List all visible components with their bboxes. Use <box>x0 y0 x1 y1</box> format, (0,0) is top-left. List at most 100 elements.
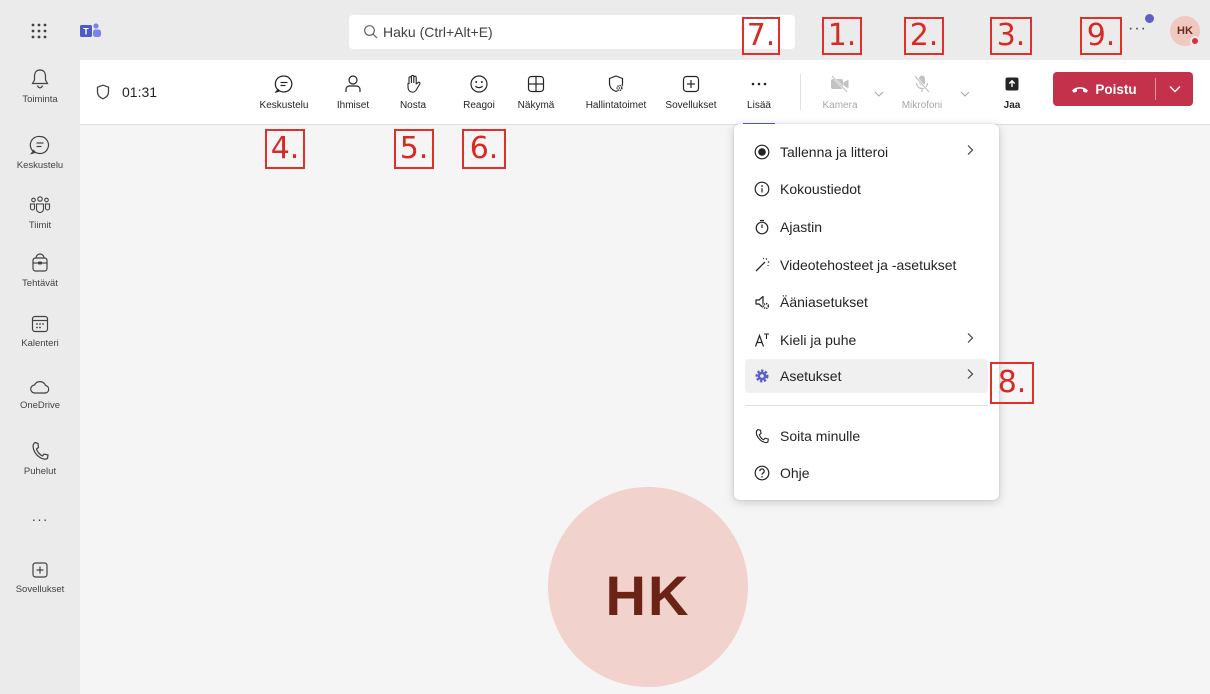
app-rail: Toiminta Keskustelu Tiimit Tehtävät Kale… <box>0 60 80 694</box>
react-label: Reagoi <box>463 100 495 111</box>
annotation-camera: 1. <box>822 17 862 55</box>
menu-item-label: Soita minulle <box>780 428 861 444</box>
calendar-icon <box>31 315 49 333</box>
camera-options-chevron-icon[interactable] <box>874 90 884 98</box>
mic-options-chevron-icon[interactable] <box>960 90 970 98</box>
rail-item-calendar[interactable]: Kalenteri <box>0 314 80 349</box>
more-button[interactable]: Lisää <box>743 74 775 125</box>
magic-wand-icon <box>755 257 770 272</box>
annotation-react: 6. <box>462 129 506 169</box>
notification-dot <box>1145 14 1154 23</box>
rail-item-tasks[interactable]: Tehtävät <box>0 252 80 289</box>
speaker-settings-icon <box>755 295 770 310</box>
rail-label: Puhelut <box>23 466 57 477</box>
add-apps-icon <box>682 75 700 93</box>
rail-label: Tiimit <box>28 220 52 231</box>
info-icon <box>754 181 770 197</box>
leave-options-button[interactable] <box>1156 72 1193 106</box>
search-icon <box>364 25 378 39</box>
meeting-toolbar: 01:31 Keskustelu Ihmiset Nosta Reagoi Nä… <box>80 60 1210 125</box>
menu-item-call-me[interactable]: Soita minulle <box>745 419 988 453</box>
phone-icon <box>32 441 49 460</box>
cloud-icon <box>30 381 50 394</box>
apps-label: Sovellukset <box>665 100 717 111</box>
meeting-timer: 01:31 <box>96 84 157 100</box>
leave-button[interactable]: Poistu <box>1053 72 1155 106</box>
menu-item-help[interactable]: Ohje <box>745 456 988 490</box>
rail-item-teams[interactable]: Tiimit <box>0 194 80 231</box>
people-button[interactable]: Ihmiset <box>331 74 375 111</box>
menu-item-label: Asetukset <box>780 368 842 384</box>
microphone-button[interactable]: Mikrofoni <box>894 74 950 111</box>
search-box[interactable]: Haku (Ctrl+Alt+E) <box>349 15 795 49</box>
rail-item-calls[interactable]: Puhelut <box>0 440 80 477</box>
person-icon <box>345 75 361 92</box>
rail-label: Sovellukset <box>15 584 65 595</box>
rail-label: OneDrive <box>19 400 61 411</box>
hang-up-icon <box>1072 87 1089 93</box>
phone-icon <box>755 428 769 444</box>
shield-icon <box>96 84 110 100</box>
rail-label: Keskustelu <box>16 160 64 171</box>
teams-logo-icon: T <box>80 23 101 37</box>
language-icon <box>754 333 769 347</box>
rail-label: Toiminta <box>22 94 58 105</box>
menu-item-timer[interactable]: Ajastin <box>745 210 988 244</box>
toolbar-divider <box>800 74 801 110</box>
share-button[interactable]: Jaa <box>1000 74 1024 111</box>
host-tools-button[interactable]: Hallintatoimet <box>575 74 657 111</box>
menu-item-video-effects[interactable]: Videotehosteet ja -asetukset <box>745 248 988 282</box>
shield-settings-icon <box>608 75 624 93</box>
teams-icon <box>29 196 51 214</box>
annotation-settings: 8. <box>990 362 1034 404</box>
chevron-right-icon <box>967 145 974 155</box>
bell-icon <box>31 69 49 89</box>
emoji-icon <box>470 75 488 93</box>
rail-label: Tehtävät <box>22 278 58 289</box>
annotation-raise: 5. <box>394 129 434 169</box>
leave-button-group: Poistu <box>1053 72 1193 106</box>
rail-item-apps[interactable]: Sovellukset <box>0 560 80 595</box>
menu-item-language-speech[interactable]: Kieli ja puhe <box>745 323 988 357</box>
menu-item-audio-settings[interactable]: Ääniasetukset <box>745 285 988 319</box>
camera-button[interactable]: Kamera <box>816 74 864 111</box>
menu-item-label: Kieli ja puhe <box>780 332 857 348</box>
chat-button[interactable]: Keskustelu <box>258 74 310 111</box>
menu-item-label: Kokoustiedot <box>780 181 861 197</box>
annotation-leave: 9. <box>1080 17 1122 55</box>
rail-item-onedrive[interactable]: OneDrive <box>0 378 80 411</box>
more-options-icon[interactable]: ··· <box>1128 20 1147 38</box>
presence-status-icon <box>1190 36 1200 46</box>
add-apps-icon <box>32 562 48 578</box>
leave-label: Poistu <box>1095 81 1137 97</box>
menu-divider <box>745 405 988 406</box>
timer-icon <box>755 219 769 235</box>
timer-text: 01:31 <box>122 84 158 100</box>
raise-hand-button[interactable]: Nosta <box>393 74 433 111</box>
rail-item-activity[interactable]: Toiminta <box>0 68 80 105</box>
svg-text:T: T <box>83 27 89 37</box>
chat-icon <box>29 135 50 155</box>
search-placeholder: Haku (Ctrl+Alt+E) <box>383 24 493 40</box>
menu-item-meeting-info[interactable]: Kokoustiedot <box>745 172 988 206</box>
annotation-chat: 4. <box>265 129 305 169</box>
annotation-mic: 2. <box>904 17 944 55</box>
menu-item-settings[interactable]: Asetukset <box>745 359 988 393</box>
help-icon <box>754 465 770 481</box>
rail-item-chat[interactable]: Keskustelu <box>0 134 80 171</box>
share-label: Jaa <box>1003 100 1021 111</box>
annotation-share: 3. <box>990 17 1032 55</box>
camera-label: Kamera <box>822 100 858 111</box>
apps-button[interactable]: Sovellukset <box>660 74 722 111</box>
people-label: Ihmiset <box>336 100 370 111</box>
chat-label: Keskustelu <box>259 100 309 111</box>
react-button[interactable]: Reagoi <box>458 74 500 111</box>
raise-label: Nosta <box>399 100 427 111</box>
chevron-right-icon <box>967 369 974 379</box>
menu-item-record-transcribe[interactable]: Tallenna ja litteroi <box>745 135 988 169</box>
rail-more-apps-icon[interactable]: ··· <box>0 511 80 527</box>
record-icon <box>754 144 770 160</box>
app-launcher-icon[interactable] <box>30 22 48 40</box>
view-button[interactable]: Näkymä <box>516 74 556 111</box>
mic-label: Mikrofoni <box>901 100 943 111</box>
